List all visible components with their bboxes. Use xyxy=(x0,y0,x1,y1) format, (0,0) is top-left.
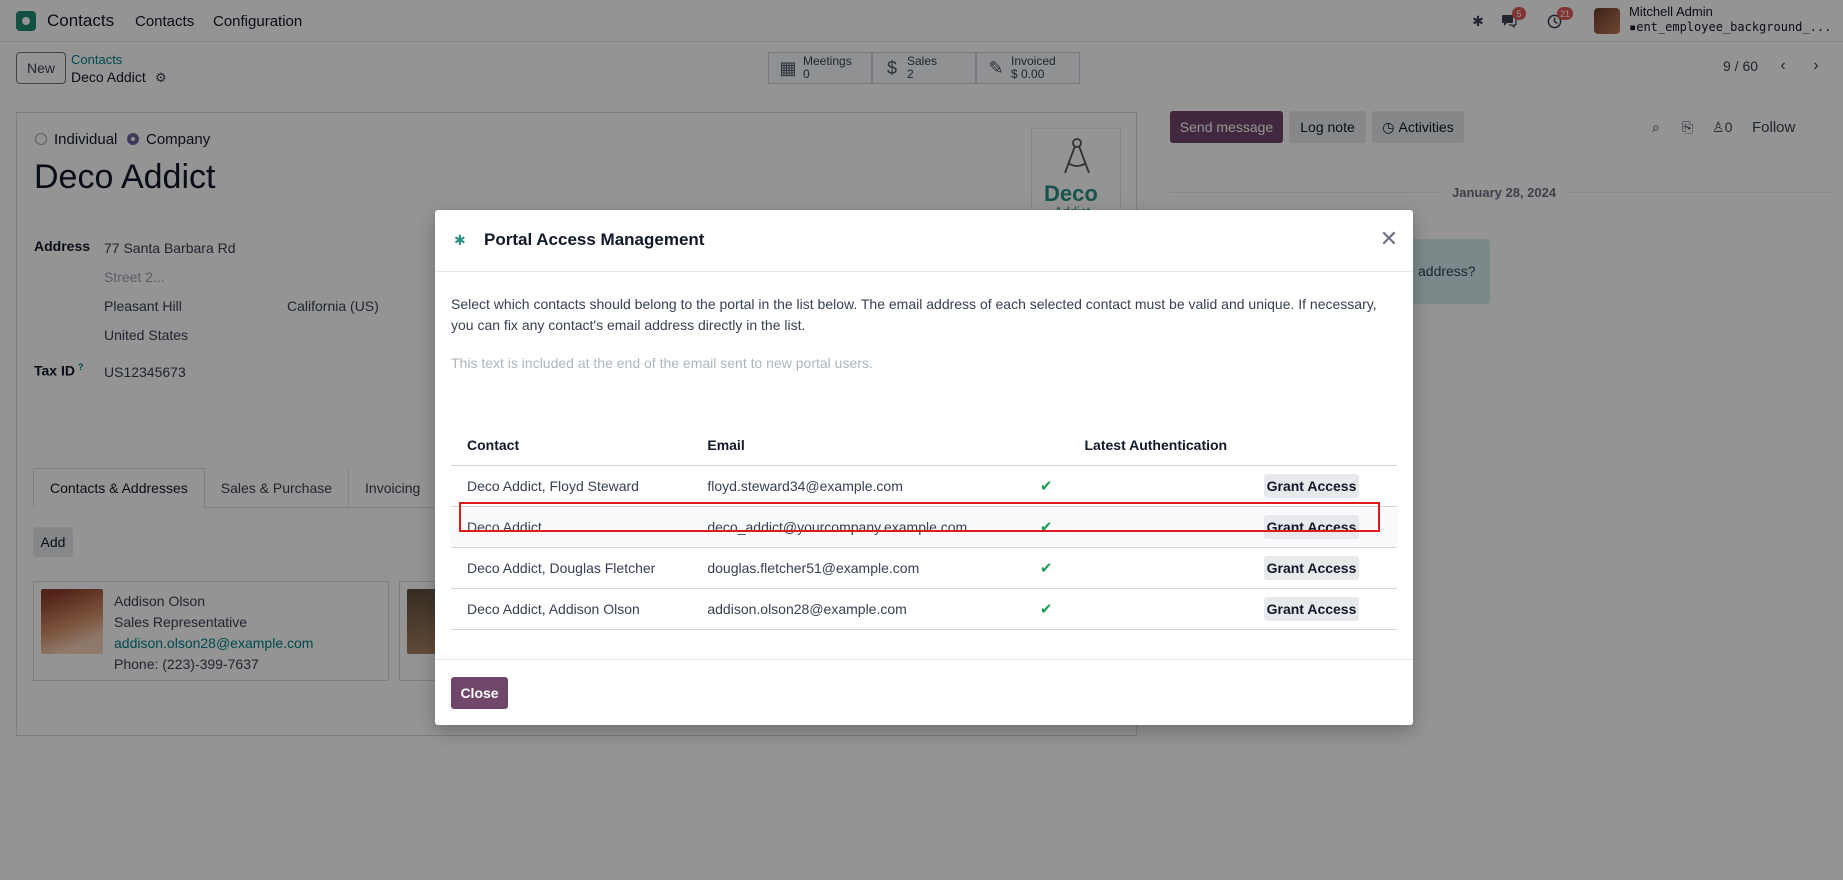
close-icon[interactable]: ✕ xyxy=(1378,228,1400,250)
check-icon: ✔ xyxy=(1039,600,1053,618)
row-contact: Deco Addict, Floyd Steward xyxy=(451,465,692,507)
row-email[interactable]: douglas.fletcher51@example.com xyxy=(691,547,1024,589)
row-email[interactable]: addison.olson28@example.com xyxy=(691,588,1024,630)
table-row[interactable]: Deco Addict, Floyd Steward floyd.steward… xyxy=(451,465,1397,507)
dialog-footer-divider xyxy=(435,659,1413,660)
row-latest-auth xyxy=(1068,506,1248,548)
dialog-title: Portal Access Management xyxy=(484,230,705,249)
table-row[interactable]: Deco Addict, Addison Olson addison.olson… xyxy=(451,588,1397,630)
column-action xyxy=(1248,425,1397,466)
dialog-header: ✱ Portal Access Management ✕ xyxy=(435,210,1413,272)
welcome-message-field[interactable]: This text is included at the end of the … xyxy=(451,355,873,371)
check-icon: ✔ xyxy=(1039,518,1053,536)
row-email[interactable]: deco_addict@yourcompany.example.com xyxy=(691,506,1024,548)
row-contact: Deco Addict xyxy=(451,506,692,548)
dialog-description: Select which contacts should belong to t… xyxy=(451,296,1377,333)
row-latest-auth xyxy=(1068,465,1248,507)
row-email[interactable]: floyd.steward34@example.com xyxy=(691,465,1024,507)
column-contact: Contact xyxy=(451,425,692,466)
grant-access-button[interactable]: Grant Access xyxy=(1264,555,1359,580)
portal-access-dialog: ✱ Portal Access Management ✕ Select whic… xyxy=(435,210,1413,725)
grant-access-button[interactable]: Grant Access xyxy=(1264,596,1359,621)
row-contact: Deco Addict, Addison Olson xyxy=(451,588,692,630)
column-latest-authentication: Latest Authentication xyxy=(1068,425,1248,466)
table-row[interactable]: Deco Addict, Douglas Fletcher douglas.fl… xyxy=(451,547,1397,589)
bug-icon: ✱ xyxy=(454,232,466,248)
check-icon: ✔ xyxy=(1039,559,1053,577)
portal-users-table: Contact Email Latest Authentication Deco… xyxy=(451,425,1397,630)
row-contact: Deco Addict, Douglas Fletcher xyxy=(451,547,692,589)
close-button[interactable]: Close xyxy=(451,677,508,709)
table-header: Contact Email Latest Authentication xyxy=(451,425,1397,466)
row-latest-auth xyxy=(1068,547,1248,589)
grant-access-button[interactable]: Grant Access xyxy=(1264,473,1359,498)
row-latest-auth xyxy=(1068,588,1248,630)
table-row[interactable]: Deco Addict deco_addict@yourcompany.exam… xyxy=(451,506,1397,548)
column-email: Email xyxy=(691,425,1024,466)
column-valid xyxy=(1023,425,1069,466)
grant-access-button[interactable]: Grant Access xyxy=(1264,514,1359,539)
check-icon: ✔ xyxy=(1039,477,1053,495)
